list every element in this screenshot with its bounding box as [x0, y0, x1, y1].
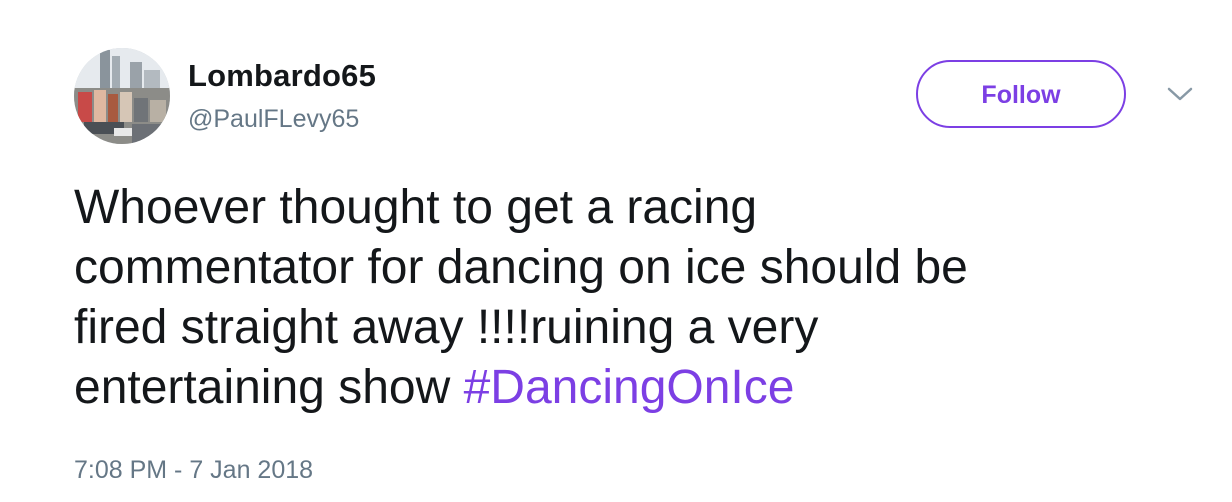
tweet-timestamp[interactable]: 7:08 PM - 7 Jan 2018 — [74, 456, 313, 485]
tweet-text-line: commentator for dancing on ice should be — [74, 241, 968, 294]
avatar-photo — [74, 48, 170, 144]
display-name[interactable]: Lombardo65 — [188, 58, 376, 94]
tweet-text: Whoever thought to get a racing commenta… — [74, 178, 1184, 418]
tweet-text-fragment: entertaining show — [74, 361, 464, 414]
follow-button[interactable]: Follow — [916, 60, 1126, 128]
hashtag-link[interactable]: #DancingOnIce — [464, 361, 795, 414]
avatar[interactable] — [74, 48, 170, 144]
tweet-card: Lombardo65 @PaulFLevy65 Follow Whoever t… — [0, 0, 1232, 502]
tweet-text-line: fired straight away !!!!ruining a very — [74, 301, 819, 354]
tweet-text-line: Whoever thought to get a racing — [74, 181, 758, 234]
user-handle[interactable]: @PaulFLevy65 — [188, 105, 359, 134]
tweet-text-line: entertaining show #DancingOnIce — [74, 358, 1184, 418]
chevron-down-icon[interactable] — [1166, 84, 1194, 104]
